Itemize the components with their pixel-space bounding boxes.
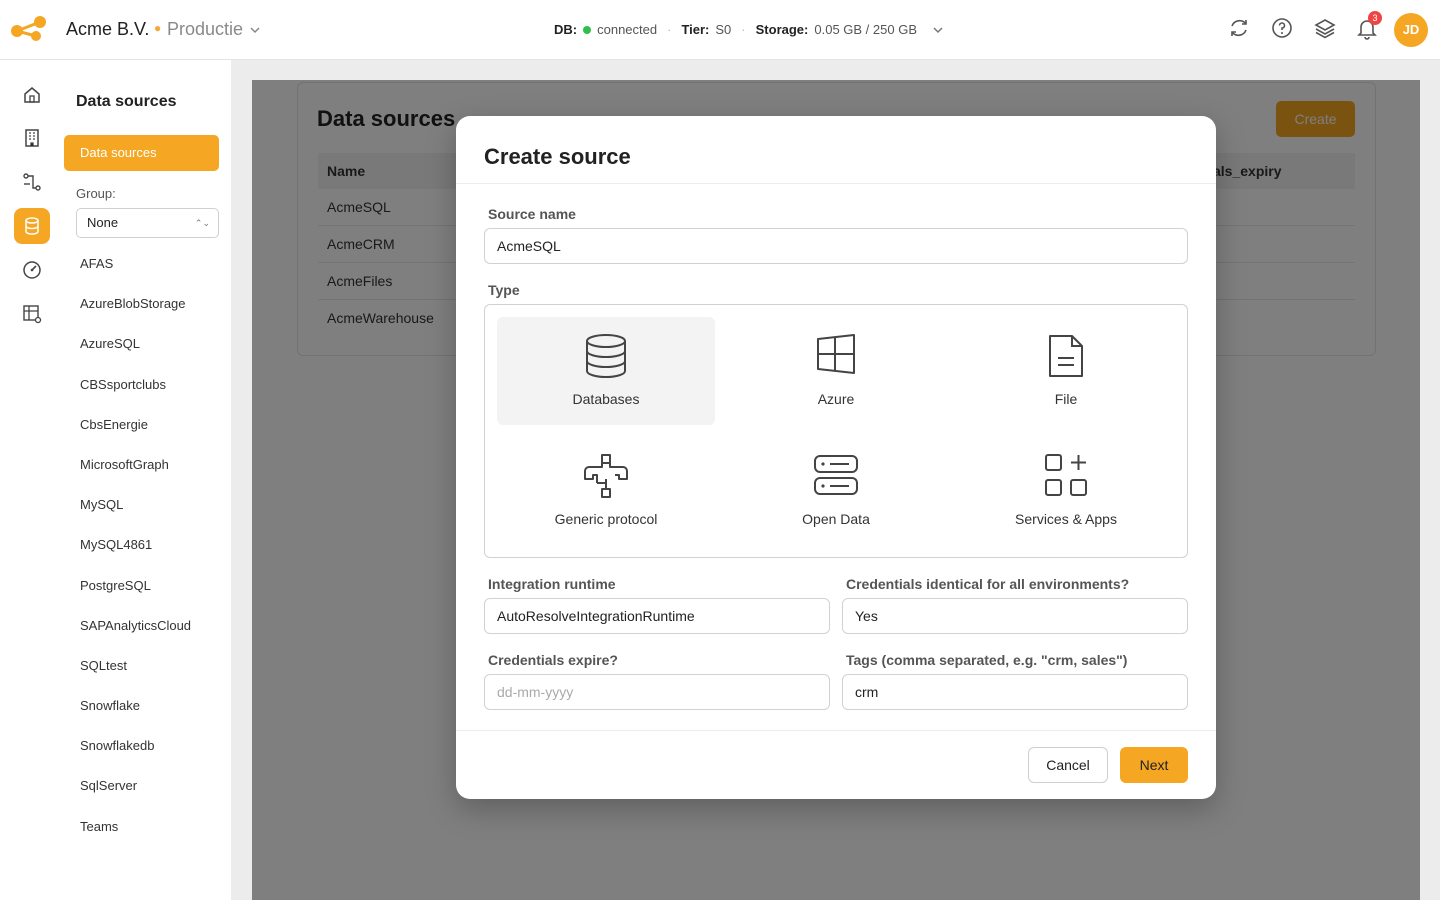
separator-dot: · bbox=[741, 22, 746, 37]
notification-badge: 3 bbox=[1368, 11, 1382, 25]
status-dot bbox=[583, 25, 592, 34]
sidebar-item[interactable]: CBSsportclubs bbox=[80, 375, 191, 415]
tags-label: Tags (comma separated, e.g. "crm, sales"… bbox=[846, 652, 1128, 668]
sidebar-item[interactable]: AzureBlobStorage bbox=[80, 294, 191, 334]
type-option-label: Open Data bbox=[802, 511, 870, 527]
sidebar-item[interactable]: AFAS bbox=[80, 254, 191, 294]
sidebar-item[interactable]: PostgreSQL bbox=[80, 576, 191, 616]
database-icon bbox=[25, 217, 39, 235]
table-settings-icon bbox=[23, 305, 42, 324]
tier-label: Tier: bbox=[681, 22, 710, 37]
gauge-icon bbox=[23, 261, 41, 279]
help-icon[interactable] bbox=[1270, 16, 1294, 40]
source-group-list: AFAS AzureBlobStorage AzureSQL CBSsportc… bbox=[80, 254, 191, 857]
sidebar-item[interactable]: AzureSQL bbox=[80, 334, 191, 374]
rail-organizations[interactable] bbox=[14, 120, 50, 156]
type-option-label: File bbox=[1054, 391, 1078, 407]
rail-home[interactable] bbox=[14, 77, 50, 113]
group-select[interactable]: None ⌃⌄ bbox=[76, 208, 219, 238]
sidebar-item[interactable]: MySQL4861 bbox=[80, 535, 191, 575]
rail-pipelines[interactable] bbox=[14, 164, 50, 200]
sidebar-item[interactable]: MicrosoftGraph bbox=[80, 455, 191, 495]
storage-label: Storage: bbox=[755, 22, 809, 37]
database-icon bbox=[586, 334, 626, 378]
rail-table-settings[interactable] bbox=[14, 296, 50, 332]
credentials-identical-label: Credentials identical for all environmen… bbox=[846, 576, 1130, 592]
type-label: Type bbox=[488, 282, 520, 298]
cancel-button[interactable]: Cancel bbox=[1028, 747, 1108, 783]
sidebar-item[interactable]: MySQL bbox=[80, 495, 191, 535]
credentials-expire-input[interactable]: dd-mm-yyyy bbox=[484, 674, 830, 710]
status-bar: DB: connected · Tier: S0 · Storage: 0.05… bbox=[554, 22, 945, 37]
top-bar: Acme B.V. ● Productie DB: connected · Ti… bbox=[0, 0, 1440, 60]
group-select-value: None bbox=[87, 215, 119, 230]
windows-icon bbox=[817, 334, 855, 374]
type-picker: Databases Azure File Generic protocol Op… bbox=[484, 304, 1188, 558]
separator-dot: ● bbox=[154, 21, 162, 35]
storage-value: 0.05 GB / 250 GB bbox=[814, 22, 917, 37]
type-option-label: Databases bbox=[572, 391, 640, 407]
type-option-open-data[interactable]: Open Data bbox=[727, 437, 945, 545]
tags-input[interactable]: crm bbox=[842, 674, 1188, 710]
sidebar-item[interactable]: Snowflakedb bbox=[80, 736, 191, 776]
sidebar-item[interactable]: Teams bbox=[80, 817, 191, 857]
divider bbox=[456, 183, 1216, 184]
sidebar-title: Data sources bbox=[76, 93, 177, 110]
type-option-label: Generic protocol bbox=[554, 511, 658, 527]
type-option-generic-protocol[interactable]: Generic protocol bbox=[497, 437, 715, 545]
server-icon bbox=[814, 455, 858, 495]
layers-icon[interactable] bbox=[1313, 16, 1337, 40]
credentials-expire-label: Credentials expire? bbox=[488, 652, 618, 668]
sidebar-item[interactable]: SqlServer bbox=[80, 776, 191, 816]
pipeline-icon bbox=[23, 173, 41, 191]
modal-title: Create source bbox=[484, 144, 631, 169]
avatar[interactable]: JD bbox=[1394, 13, 1428, 47]
type-option-label: Services & Apps bbox=[1015, 511, 1117, 527]
refresh-icon[interactable] bbox=[1227, 16, 1251, 40]
rail-monitoring[interactable] bbox=[14, 252, 50, 288]
home-icon bbox=[24, 87, 40, 103]
integration-runtime-select[interactable]: AutoResolveIntegrationRuntime bbox=[484, 598, 830, 634]
db-status: connected bbox=[597, 22, 658, 37]
environment-label: Productie bbox=[167, 19, 244, 39]
environment-dropdown[interactable]: Productie bbox=[167, 19, 261, 40]
plug-protocol-icon bbox=[584, 454, 628, 498]
source-name-input[interactable]: AcmeSQL bbox=[484, 228, 1188, 264]
icon-rail bbox=[0, 60, 64, 900]
type-option-azure[interactable]: Azure bbox=[727, 317, 945, 425]
file-icon bbox=[1049, 335, 1083, 377]
type-option-file[interactable]: File bbox=[957, 317, 1175, 425]
data-sources-sidebar: Data sources Data sources Group: None ⌃⌄… bbox=[64, 60, 231, 900]
sidebar-item-data-sources[interactable]: Data sources bbox=[64, 135, 219, 171]
integration-runtime-label: Integration runtime bbox=[488, 576, 616, 592]
credentials-identical-select[interactable]: Yes bbox=[842, 598, 1188, 634]
type-option-label: Azure bbox=[817, 391, 855, 407]
company-name: Acme B.V. bbox=[66, 19, 150, 39]
sidebar-item[interactable]: Snowflake bbox=[80, 696, 191, 736]
sidebar-item[interactable]: SAPAnalyticsCloud bbox=[80, 616, 191, 656]
source-name-label: Source name bbox=[488, 206, 576, 222]
create-source-modal: Create source Source name AcmeSQL Type D… bbox=[456, 116, 1216, 799]
acme-logo-icon[interactable] bbox=[10, 14, 50, 44]
divider bbox=[456, 730, 1216, 731]
type-option-services-apps[interactable]: Services & Apps bbox=[957, 437, 1175, 545]
separator-dot: · bbox=[667, 22, 672, 37]
group-label: Group: bbox=[76, 186, 116, 201]
type-option-databases[interactable]: Databases bbox=[497, 317, 715, 425]
chevron-down-icon[interactable] bbox=[931, 23, 945, 37]
rail-data-sources[interactable] bbox=[14, 208, 50, 244]
building-icon bbox=[25, 129, 39, 147]
tier-value: S0 bbox=[715, 22, 732, 37]
sidebar-item[interactable]: CbsEnergie bbox=[80, 415, 191, 455]
sidebar-item[interactable]: SQLtest bbox=[80, 656, 191, 696]
apps-add-icon bbox=[1045, 454, 1087, 496]
select-arrows-icon: ⌃⌄ bbox=[194, 218, 210, 228]
chevron-down-icon bbox=[250, 26, 260, 33]
next-button[interactable]: Next bbox=[1120, 747, 1188, 783]
db-label: DB: bbox=[554, 22, 578, 37]
